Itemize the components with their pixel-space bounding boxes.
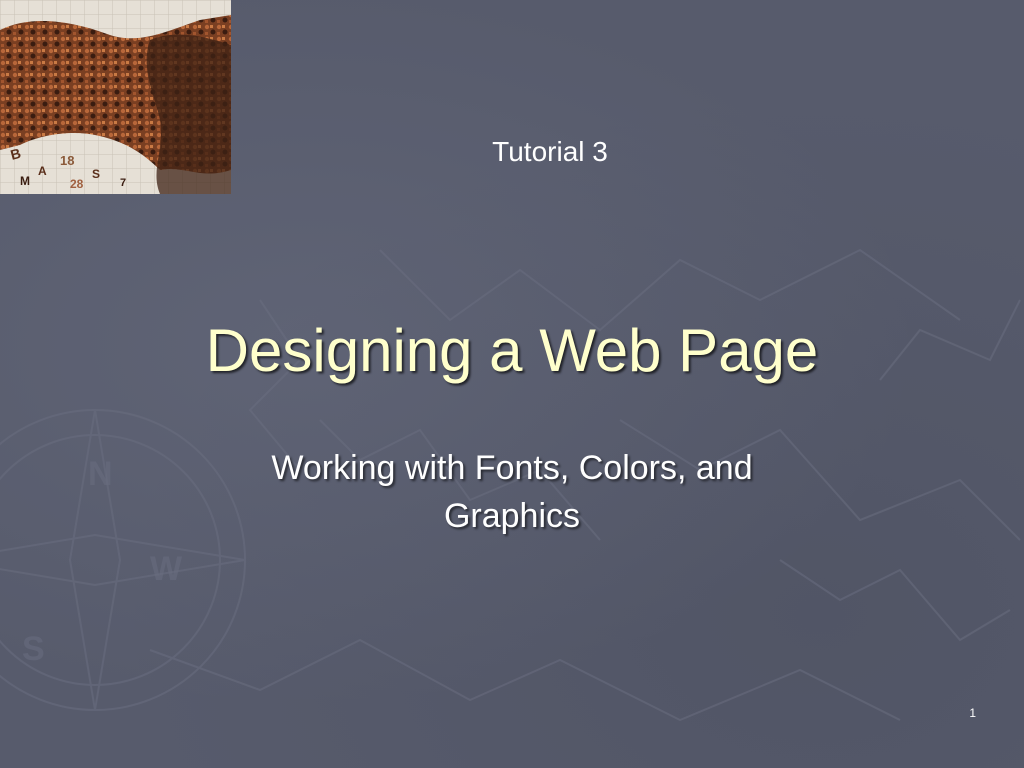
svg-text:S: S [22, 630, 45, 668]
slide-number: 1 [969, 706, 976, 720]
svg-text:W: W [150, 550, 183, 588]
tutorial-label: Tutorial 3 [492, 136, 608, 167]
svg-text:S: S [92, 167, 100, 181]
svg-text:A: A [38, 164, 47, 178]
slide-subtitle: Working with Fonts, Colors, and Graphics [212, 444, 812, 541]
slide-title: Designing a Web Page [205, 317, 819, 384]
svg-text:M: M [20, 174, 30, 188]
letters-collage-image: B A 18 S M 28 7 [0, 0, 231, 194]
svg-text:N: N [88, 455, 113, 493]
subtitle-line-1: Working with Fonts, Colors, and [271, 449, 753, 487]
svg-text:18: 18 [60, 153, 74, 168]
subtitle-line-2: Graphics [443, 497, 581, 536]
slide: N S W B A 18 S M 28 7 Tutorial 3 Designi… [0, 0, 1024, 768]
svg-text:28: 28 [70, 177, 84, 191]
svg-text:7: 7 [120, 177, 126, 189]
